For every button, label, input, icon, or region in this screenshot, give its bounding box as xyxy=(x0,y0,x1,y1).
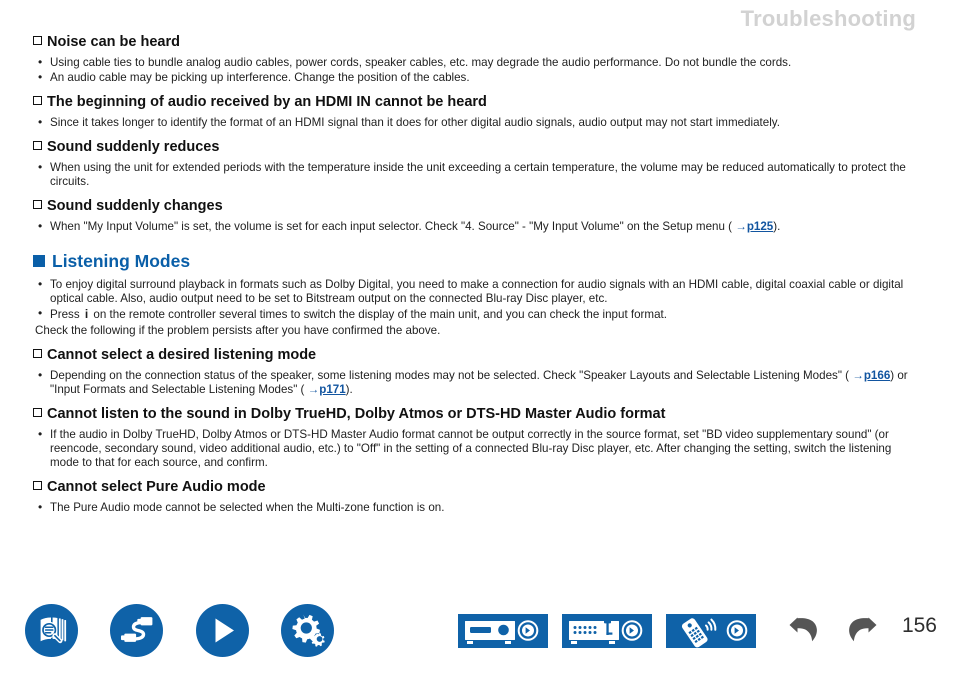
document-content: Noise can be heard Using cable ties to b… xyxy=(33,34,923,516)
bullet-list-truehd: If the audio in Dolby TrueHD, Dolby Atmo… xyxy=(33,427,923,471)
back-arrow-button[interactable] xyxy=(788,612,826,646)
page-reference-link[interactable]: p171 xyxy=(319,383,345,396)
list-item-text: Depending on the connection status of th… xyxy=(50,368,853,382)
open-square-bullet-icon xyxy=(33,348,42,358)
section-heading-sound-changes: Sound suddenly changes xyxy=(33,198,923,215)
major-heading-listening-modes: Listening Modes xyxy=(33,251,923,271)
list-item-text-tail: ). xyxy=(773,219,781,233)
list-item: Depending on the connection status of th… xyxy=(33,368,923,397)
bullet-list-noise: Using cable ties to bundle analog audio … xyxy=(33,55,923,85)
footer-toolbar: 156 xyxy=(0,586,954,676)
open-square-bullet-icon xyxy=(33,407,42,417)
list-item: Using cable ties to bundle analog audio … xyxy=(33,55,923,70)
rear-panel-button[interactable] xyxy=(562,614,652,648)
filled-square-bullet-icon xyxy=(33,254,45,267)
arrow-right-icon: → xyxy=(852,368,864,382)
list-item-text: Press xyxy=(50,308,83,322)
page-reference-link[interactable]: p125 xyxy=(747,220,773,233)
bullet-list-sound-changes: When "My Input Volume" is set, the volum… xyxy=(33,219,923,234)
section-heading-desired-mode: Cannot select a desired listening mode xyxy=(33,347,923,364)
bullet-list-pure-audio: The Pure Audio mode cannot be selected w… xyxy=(33,500,923,515)
check-following-note: Check the following if the problem persi… xyxy=(35,323,441,337)
page-title: Troubleshooting xyxy=(740,6,916,31)
open-square-bullet-icon xyxy=(33,96,42,106)
section-heading-sound-reduces: Sound suddenly reduces xyxy=(33,139,923,156)
list-item: When using the unit for extended periods… xyxy=(33,160,923,189)
list-item: To enjoy digital surround playback in fo… xyxy=(33,277,923,306)
section-heading-noise: Noise can be heard xyxy=(33,34,923,51)
bullet-list-hdmi-in: Since it takes longer to identify the fo… xyxy=(33,115,923,130)
list-item: When "My Input Volume" is set, the volum… xyxy=(33,219,923,234)
list-item: If the audio in Dolby TrueHD, Dolby Atmo… xyxy=(33,427,923,471)
arrow-right-icon: → xyxy=(735,219,747,233)
remote-controller-button[interactable] xyxy=(666,614,756,648)
bullet-list-listening-intro: To enjoy digital surround playback in fo… xyxy=(33,277,923,323)
list-item-text: When "My Input Volume" is set, the volum… xyxy=(50,219,736,233)
list-item-text-tail: on the remote controller several times t… xyxy=(90,308,667,322)
open-square-bullet-icon xyxy=(33,36,42,45)
open-square-bullet-icon xyxy=(33,481,42,491)
connections-cable-icon[interactable] xyxy=(110,604,163,657)
page-reference-link[interactable]: p166 xyxy=(864,369,890,382)
open-square-bullet-icon xyxy=(33,200,42,210)
index-search-icon[interactable] xyxy=(25,604,78,657)
list-item: Press i on the remote controller several… xyxy=(33,306,923,322)
setup-gears-icon[interactable] xyxy=(281,604,334,657)
section-heading-truehd: Cannot listen to the sound in Dolby True… xyxy=(33,406,923,423)
open-square-bullet-icon xyxy=(33,140,42,150)
forward-arrow-button[interactable] xyxy=(840,612,878,646)
bullet-list-sound-reduces: When using the unit for extended periods… xyxy=(33,160,923,189)
section-heading-pure-audio: Cannot select Pure Audio mode xyxy=(33,479,923,496)
bullet-list-desired-mode: Depending on the connection status of th… xyxy=(33,368,923,397)
arrow-right-icon: → xyxy=(307,382,320,396)
section-heading-hdmi-in: The beginning of audio received by an HD… xyxy=(33,94,923,111)
playback-play-icon[interactable] xyxy=(196,604,249,657)
list-item: The Pure Audio mode cannot be selected w… xyxy=(33,500,923,515)
list-item-text-tail: ). xyxy=(345,382,353,396)
page-number: 156 xyxy=(901,614,937,637)
list-item: Since it takes longer to identify the fo… xyxy=(33,115,923,130)
front-panel-button[interactable] xyxy=(458,614,548,648)
list-item: An audio cable may be picking up interfe… xyxy=(33,70,923,85)
